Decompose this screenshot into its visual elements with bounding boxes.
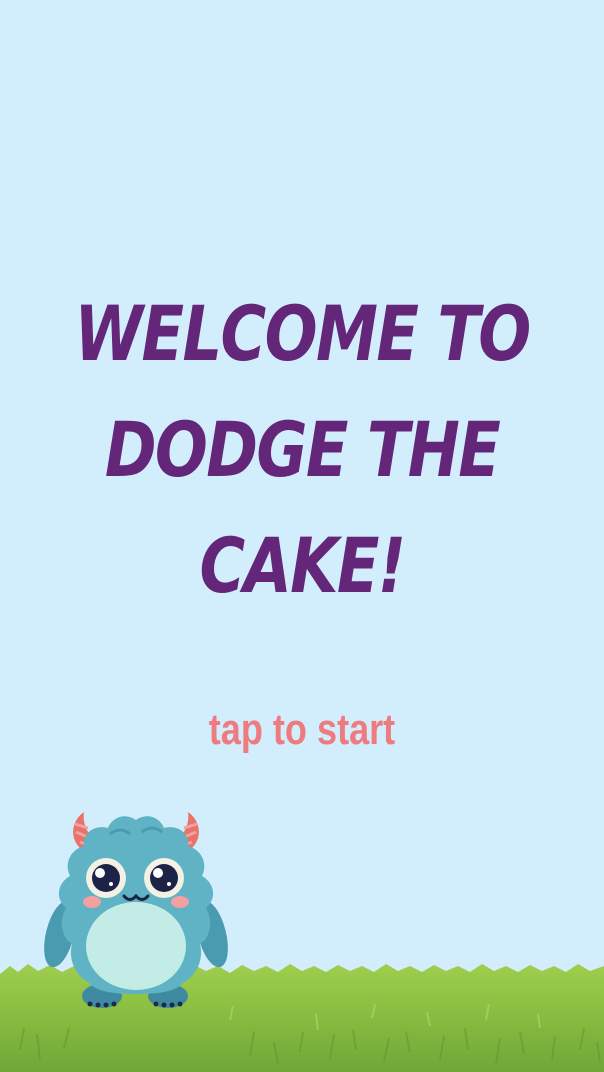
title-line-1: Welcome to [74, 289, 531, 378]
tap-to-start-prompt[interactable]: tap to start [54, 700, 549, 760]
game-title: Welcome to Dodge the Cake! [54, 276, 549, 624]
title-line-2: Dodge the [104, 405, 501, 494]
title-line-3: Cake! [199, 521, 406, 610]
monster-icon [44, 812, 228, 1008]
start-screen[interactable]: Welcome to Dodge the Cake! tap to start [0, 0, 604, 1072]
monster-belly [86, 902, 186, 990]
